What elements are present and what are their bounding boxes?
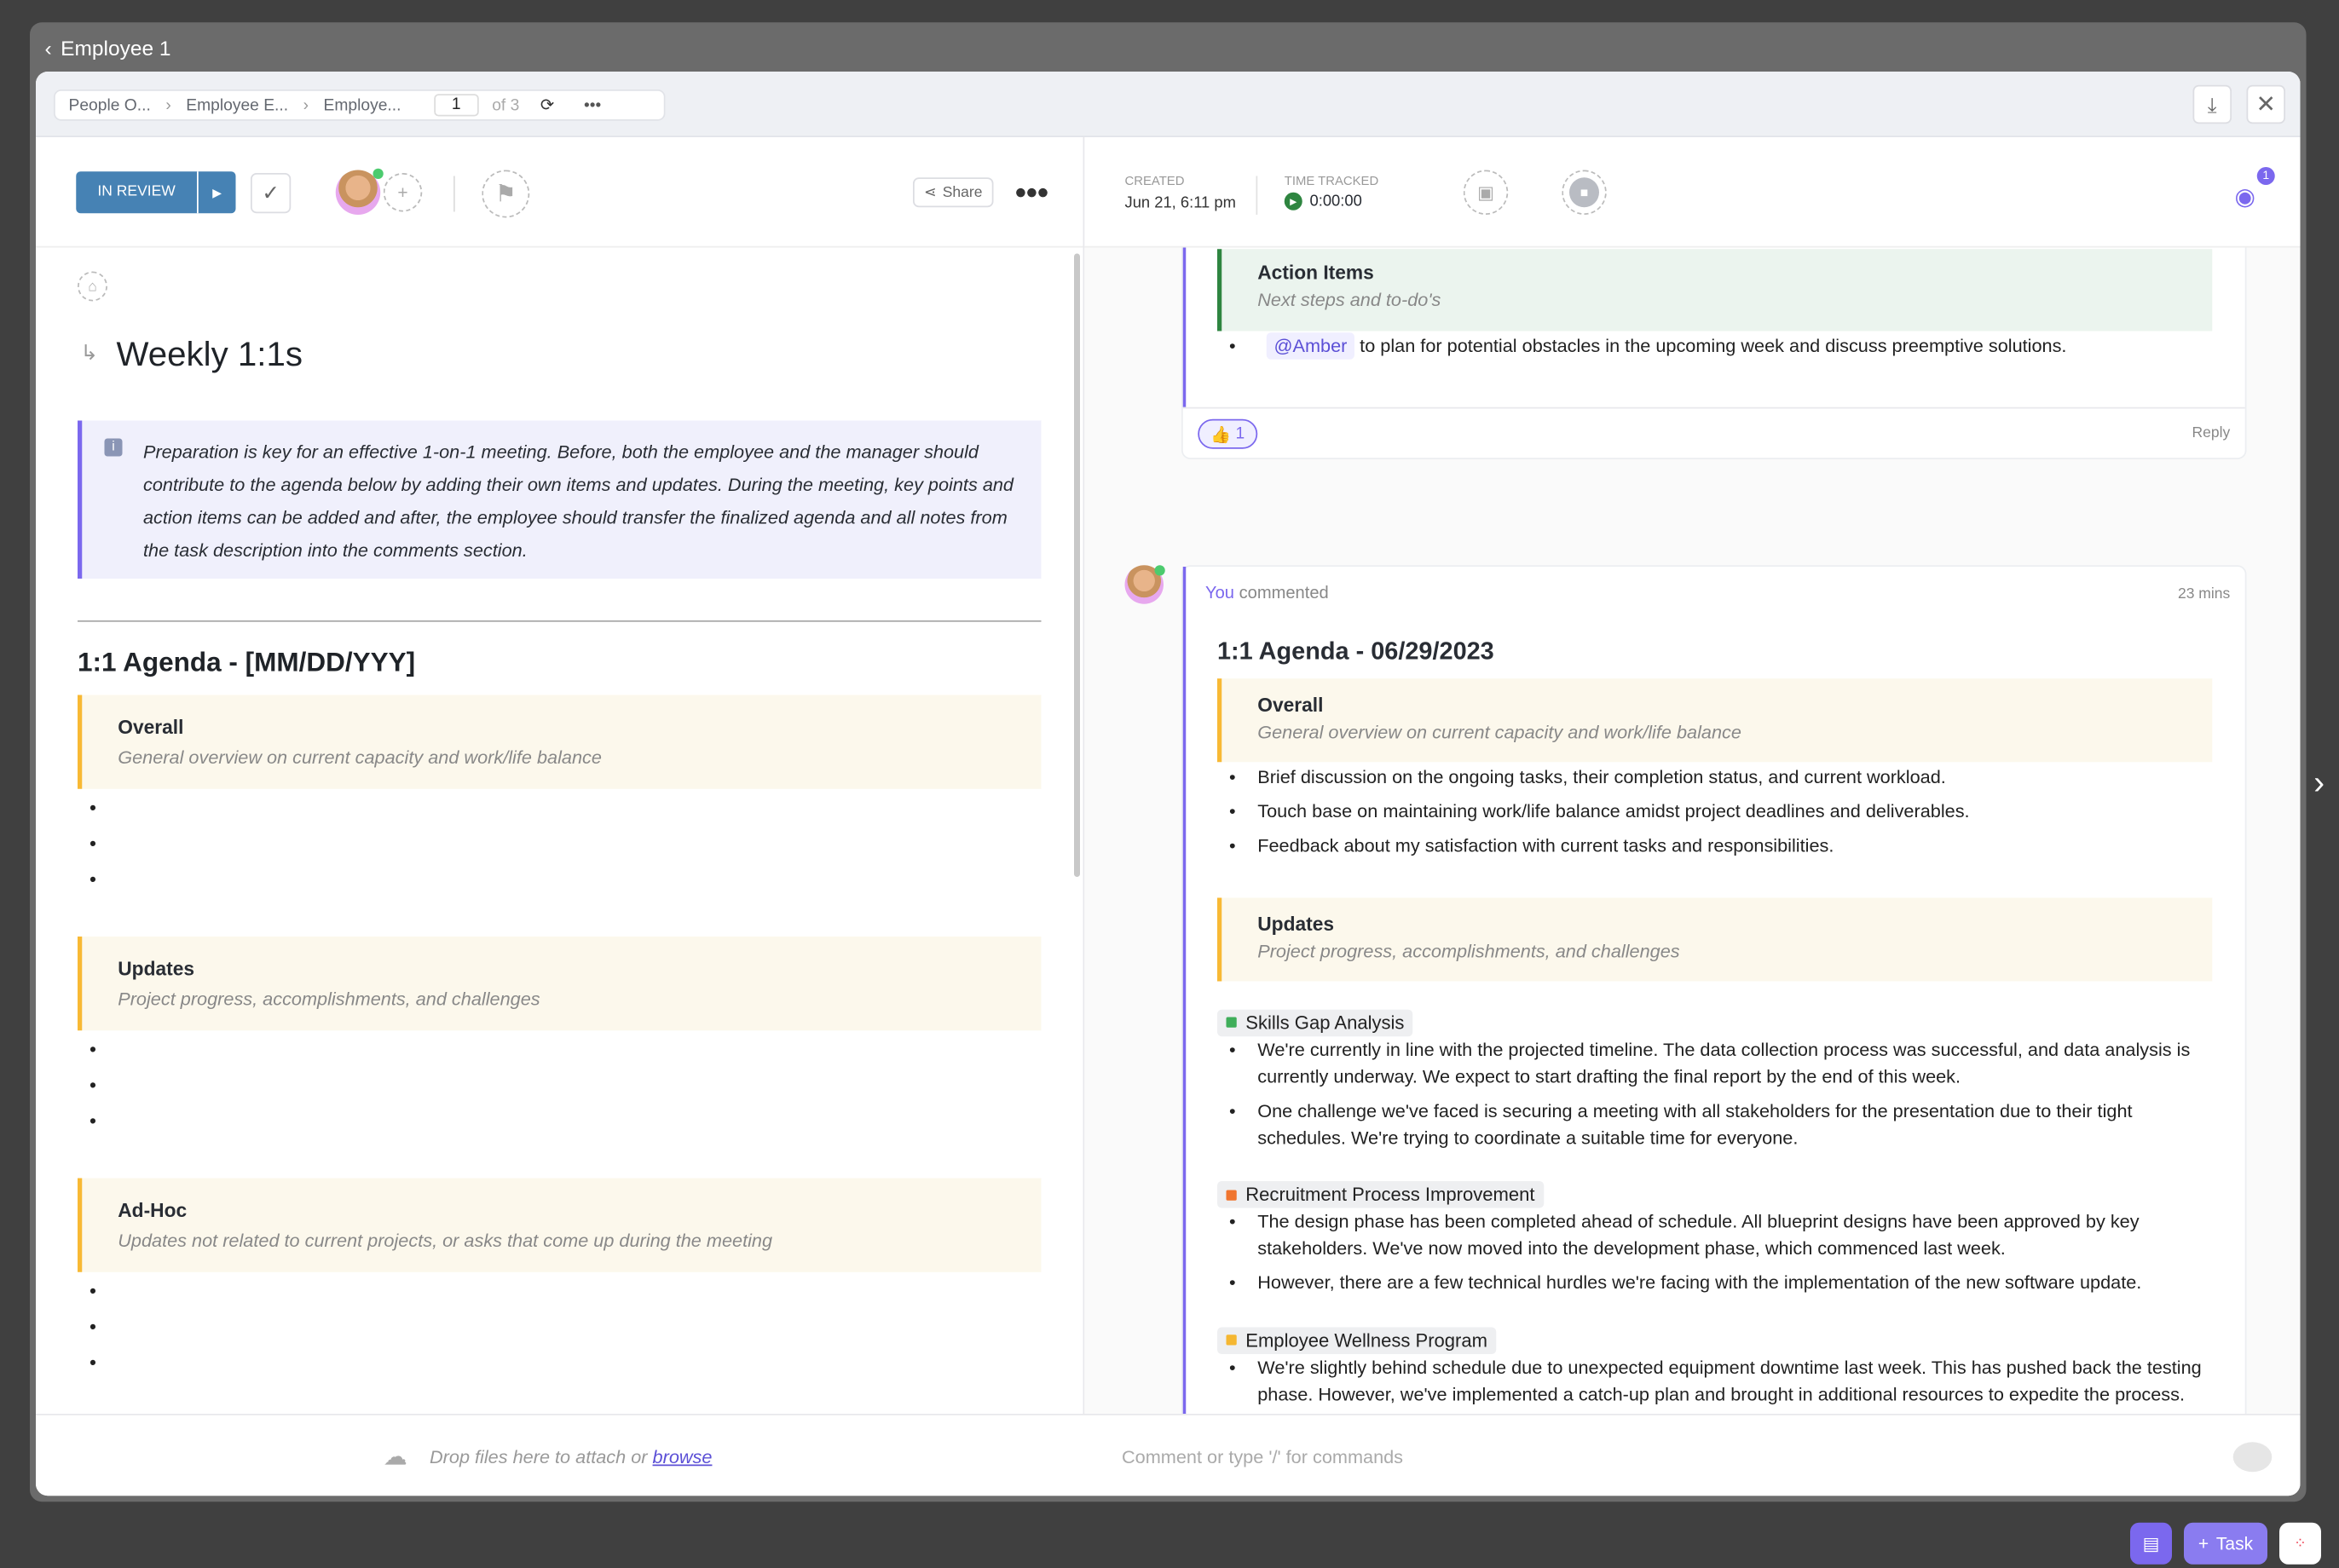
close-icon[interactable]: ✕ [2246, 84, 2285, 124]
notepad-button[interactable]: ▤ [2130, 1522, 2172, 1565]
created-value: Jun 21, 6:11 pm [1124, 193, 1236, 212]
info-callout[interactable]: Preparation is key for an effective 1-on… [78, 420, 1042, 579]
subtask-icon: ↳ [80, 340, 99, 364]
footer: ☁ Drop files here to attach or browse Co… [36, 1414, 2301, 1496]
watch-eye-icon[interactable]: ◉ [2235, 182, 2255, 212]
reaction-thumbs-up[interactable]: 👍 1 [1198, 418, 1258, 449]
breadcrumb-item[interactable]: Employee E... [186, 96, 288, 114]
notepad-icon: ▤ [2142, 1533, 2160, 1554]
empty-bullets[interactable]: • • • [90, 791, 96, 898]
empty-bullets[interactable]: • • • [90, 1032, 96, 1139]
mention[interactable]: @Amber [1266, 332, 1355, 360]
comment-time: 23 mins [2177, 585, 2231, 602]
chevron-right-icon[interactable]: › [2313, 764, 2325, 803]
project-tag[interactable]: Employee Wellness Program [1217, 1326, 1497, 1354]
tag-icon[interactable]: ⌂ [78, 271, 107, 302]
overall-callout[interactable]: Overall General overview on current capac… [78, 695, 1042, 789]
more-options-icon[interactable]: ●●● [1014, 179, 1049, 203]
share-icon: ⋖ [924, 184, 937, 201]
info-icon: i [104, 438, 123, 457]
page-count: of 3 [492, 95, 520, 114]
comment-heading: 1:1 Agenda - 06/29/2023 [1217, 638, 1494, 666]
video-icon[interactable]: ■ [1562, 170, 1607, 215]
list-item: Brief discussion on the ongoing tasks, t… [1217, 764, 2212, 791]
project-tag[interactable]: Skills Gap Analysis [1217, 1008, 1413, 1036]
action-items-callout[interactable]: Action Items Next steps and to-do's [1217, 249, 2213, 331]
list-item: We're slightly behind schedule due to un… [1217, 1353, 2217, 1407]
project-block: Skills Gap Analysis We're currently in l… [1217, 1008, 2217, 1150]
calendar-icon[interactable]: ▣ [1463, 170, 1509, 215]
comment-author: You commented [1205, 585, 1329, 602]
online-indicator [373, 168, 384, 179]
activity-panel: Action ItemsNext steps and to-do's @Ambe… [1084, 247, 2301, 1414]
overall-list: Brief discussion on the ongoing tasks, t… [1217, 764, 2212, 859]
adhoc-callout[interactable]: Ad-Hoc Updates not related to current pro… [78, 1178, 1042, 1272]
share-button[interactable]: ⋖ Share [913, 177, 994, 208]
time-tracked-label: TIME TRACKED [1284, 173, 1379, 188]
breadcrumb-item[interactable]: Employe... [324, 96, 401, 114]
list-item: Feedback about my satisfaction with curr… [1217, 833, 2212, 860]
comment-card: You commented 23 mins 1:1 Agenda - 06/29… [1181, 565, 2247, 1414]
thumbs-up-icon: 👍 [1210, 425, 1232, 444]
watchers-badge: 1 [2256, 167, 2275, 185]
breadcrumb-item[interactable]: People O... [69, 96, 151, 114]
scrollbar[interactable] [1074, 253, 1080, 877]
more-icon[interactable]: ••• [584, 96, 601, 114]
task-description: ⌂ ↳ Weekly 1:1s Preparation is key for a… [36, 248, 1080, 1415]
chevron-left-icon[interactable]: ‹ [45, 36, 52, 60]
projects-list: Skills Gap Analysis We're currently in l… [1217, 1008, 2217, 1407]
drop-zone[interactable]: Drop files here to attach or browse [430, 1447, 712, 1468]
task-title[interactable]: Weekly 1:1s [117, 334, 303, 374]
download-icon[interactable]: ⤓ [2192, 84, 2232, 124]
caret-right-icon[interactable]: ▶ [199, 186, 236, 199]
empty-bullets[interactable]: • • • [90, 1274, 96, 1381]
list-item: However, there are a few technical hurdl… [1217, 1269, 2217, 1296]
breadcrumb: People O... › Employee E... › Employe... 1… [54, 89, 666, 121]
divider [78, 620, 1042, 622]
send-comment-icon[interactable] [2232, 1442, 2273, 1473]
online-indicator [1154, 565, 1165, 576]
play-icon[interactable]: ▶ [1284, 192, 1302, 210]
comment-list-item: @Amber to plan for potential obstacles i… [1217, 332, 2279, 360]
modal-title[interactable]: ‹ Employee 1 [45, 36, 171, 60]
project-block: Recruitment Process Improvement The desi… [1217, 1180, 2217, 1296]
list-item: Touch base on maintaining work/life bala… [1217, 798, 2212, 825]
reply-button[interactable]: Reply [2192, 425, 2230, 441]
comment-input[interactable]: Comment or type '/' for commands [1122, 1447, 2166, 1468]
updates-callout: Updates Project progress, accomplishments… [1217, 897, 2213, 982]
list-item: One challenge we've faced is securing a … [1217, 1097, 2217, 1150]
updates-callout[interactable]: Updates Project progress, accomplishments… [78, 937, 1042, 1031]
rotate-icon[interactable]: ⟳ [540, 95, 554, 115]
priority-flag-icon[interactable]: ⚑ [482, 170, 530, 218]
browse-link[interactable]: browse [653, 1447, 713, 1468]
overall-callout: Overall General overview on current capac… [1217, 678, 2213, 763]
agenda-heading[interactable]: 1:1 Agenda - [MM/DD/YYY] [78, 648, 415, 679]
created-label: CREATED [1124, 173, 1185, 188]
page-input[interactable]: 1 [433, 94, 479, 117]
upload-cloud-icon: ☁ [383, 1444, 407, 1471]
apps-grid-icon[interactable]: ⁘ [2279, 1522, 2321, 1565]
comment-card: Action ItemsNext steps and to-do's @Ambe… [1181, 247, 2247, 459]
list-item: The design phase has been completed ahea… [1217, 1208, 2217, 1262]
add-assignee-icon[interactable]: + [383, 173, 423, 212]
status-button[interactable]: IN REVIEW ▶ [76, 171, 236, 214]
new-task-button[interactable]: + Task [2184, 1522, 2267, 1565]
project-block: Employee Wellness Program We're slightly… [1217, 1326, 2217, 1407]
project-tag[interactable]: Recruitment Process Improvement [1217, 1181, 1545, 1208]
complete-check-icon[interactable]: ✓ [251, 173, 292, 214]
plus-icon: + [2198, 1533, 2209, 1554]
divider [453, 176, 455, 212]
time-tracker[interactable]: ▶ 0:00:00 [1284, 192, 1362, 210]
list-item: We're currently in line with the project… [1217, 1035, 2217, 1089]
task-panel: People O... › Employee E... › Employe... 1… [36, 72, 2301, 1496]
